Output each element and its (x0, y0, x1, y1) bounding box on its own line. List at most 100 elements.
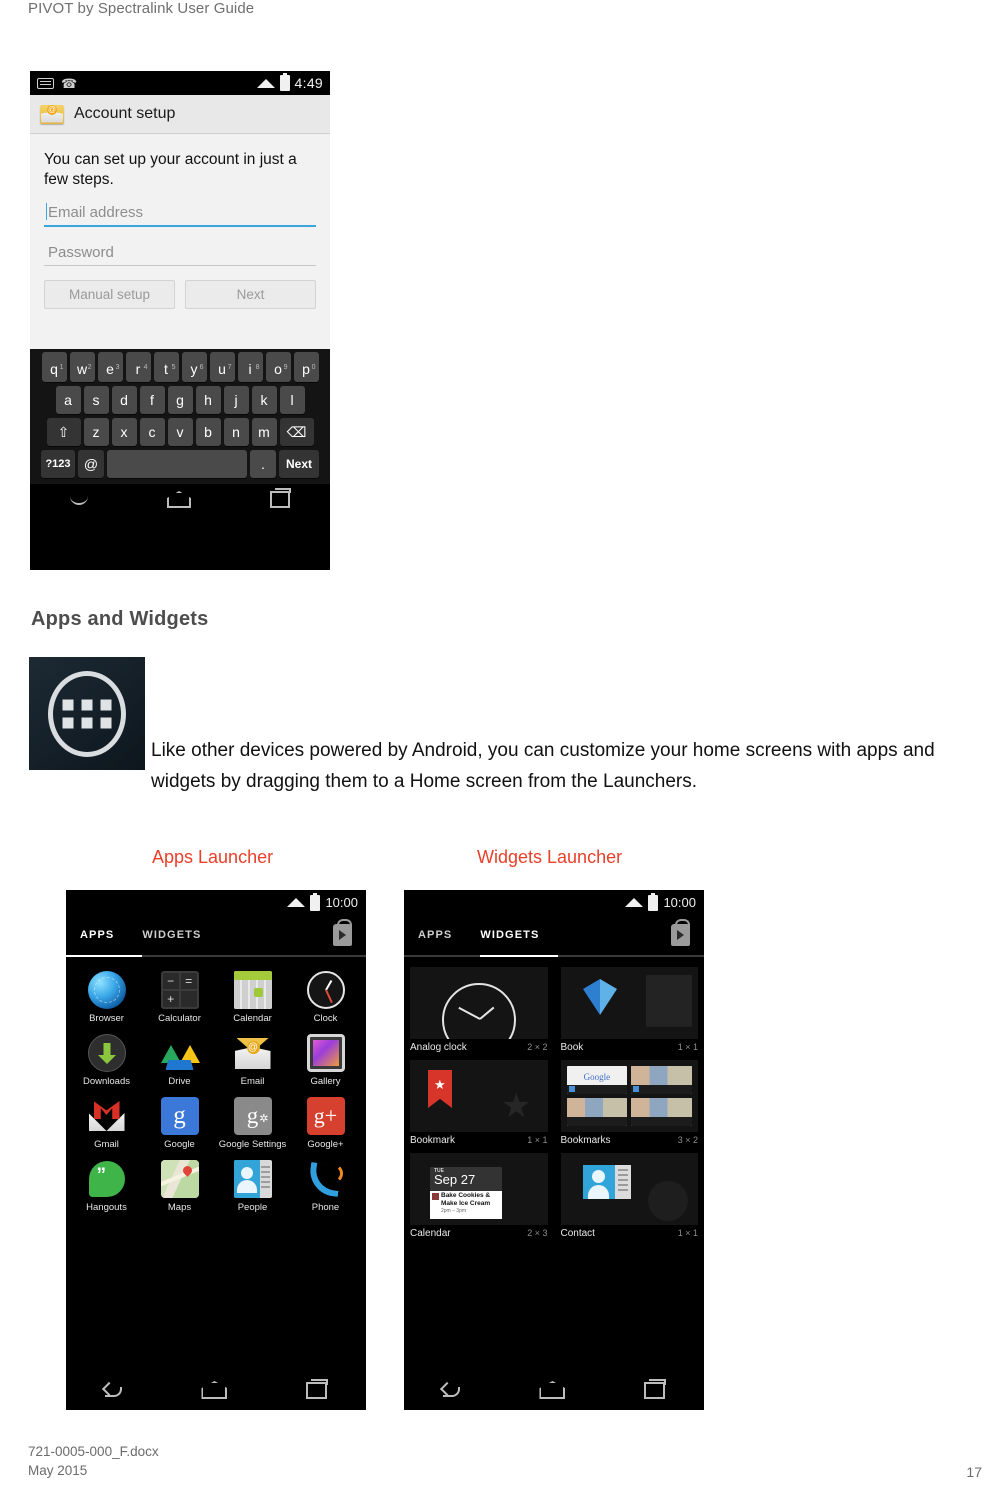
space-key[interactable] (107, 450, 247, 478)
key-u[interactable]: 7u (209, 352, 235, 382)
wifi-icon (256, 78, 275, 88)
document-header: PIVOT by Spectralink User Guide (28, 0, 255, 17)
tab-apps[interactable]: APPS (404, 929, 466, 941)
on-screen-keyboard[interactable]: 1q 2w 3e 4r 5t 6y 7u 8i 9o 0p a s d f g … (30, 349, 330, 484)
period-key[interactable]: . (250, 450, 276, 478)
wifi-icon (287, 898, 306, 907)
hide-keyboard-icon[interactable] (69, 494, 88, 505)
clock-icon (306, 971, 345, 1009)
book-preview (560, 967, 698, 1039)
navigation-bar (30, 484, 330, 515)
widget-label: Bookmark (410, 1135, 456, 1146)
widget-item-book[interactable]: Book 1 × 1 (560, 967, 698, 1053)
recents-icon[interactable] (305, 1378, 328, 1399)
delete-key[interactable]: ⌫ (279, 418, 314, 446)
key-y-number: 6 (199, 364, 204, 371)
home-icon[interactable] (201, 1381, 228, 1399)
bookmarks-preview: GoogleGoogle Picasa (560, 1060, 698, 1132)
key-y[interactable]: 6y (181, 352, 207, 382)
key-c[interactable]: c (139, 418, 165, 446)
contact-preview (560, 1153, 698, 1225)
status-bar: ☎ 4:49 (30, 71, 330, 95)
app-item-gallery[interactable]: Gallery (289, 1034, 362, 1087)
calendar-preview: TUE Sep 27 Bake Cookies & Make Ice Cream… (410, 1153, 548, 1225)
key-l[interactable]: l (279, 386, 305, 414)
key-k[interactable]: k (251, 386, 277, 414)
widget-item-calendar[interactable]: TUE Sep 27 Bake Cookies & Make Ice Cream… (410, 1153, 548, 1239)
app-item-google-plus[interactable]: g+ Google+ (289, 1097, 362, 1150)
app-item-phone[interactable]: Phone (289, 1160, 362, 1213)
key-o[interactable]: 9o (265, 352, 291, 382)
app-item-calendar[interactable]: Calendar (216, 971, 289, 1024)
back-icon[interactable] (105, 1383, 123, 1397)
widget-item-analog-clock[interactable]: Analog clock 2 × 2 (410, 967, 548, 1053)
manual-setup-button[interactable]: Manual setup (44, 280, 175, 309)
next-button[interactable]: Next (185, 280, 316, 309)
key-z[interactable]: z (83, 418, 109, 446)
document-footer: 721-0005-000_F.docx May 2015 (28, 1442, 159, 1480)
app-label: Drive (168, 1076, 191, 1087)
key-p[interactable]: 0p (293, 352, 319, 382)
app-item-people[interactable]: People (216, 1160, 289, 1213)
app-item-google-settings[interactable]: g ✲ Google Settings (216, 1097, 289, 1150)
key-h[interactable]: h (195, 386, 221, 414)
at-key[interactable]: @ (78, 450, 104, 478)
play-store-icon[interactable] (333, 919, 352, 946)
widget-item-contact[interactable]: Contact 1 × 1 (560, 1153, 698, 1239)
app-item-email[interactable]: @ Email (216, 1034, 289, 1087)
app-item-maps[interactable]: Maps (143, 1160, 216, 1213)
key-w[interactable]: 2w (69, 352, 95, 382)
key-d[interactable]: d (111, 386, 137, 414)
app-item-downloads[interactable]: Downloads (70, 1034, 143, 1087)
keyboard-next-key[interactable]: Next (279, 450, 319, 478)
key-v[interactable]: v (167, 418, 193, 446)
key-g[interactable]: g (167, 386, 193, 414)
shift-key[interactable]: ⇧ (46, 418, 81, 446)
app-item-browser[interactable]: Browser (70, 971, 143, 1024)
key-p-label: p (302, 361, 310, 377)
home-icon[interactable] (166, 491, 191, 508)
symbols-key[interactable]: ?123 (41, 450, 75, 478)
app-label: Google Settings (218, 1139, 287, 1150)
key-o-label: o (274, 361, 282, 377)
key-t[interactable]: 5t (153, 352, 179, 382)
widget-item-bookmarks[interactable]: GoogleGoogle Picasa Bookmarks 3 × 2 (560, 1060, 698, 1146)
keyboard-icon (37, 77, 54, 89)
body-paragraph: Like other devices powered by Android, y… (151, 740, 935, 792)
app-item-calculator[interactable]: − = + Calculator (143, 971, 216, 1024)
widget-item-bookmark[interactable]: ★ ★ Bookmark 1 × 1 (410, 1060, 548, 1146)
email-icon: @ (234, 1034, 272, 1072)
key-t-label: t (164, 361, 168, 377)
key-a[interactable]: a (55, 386, 81, 414)
app-item-google[interactable]: g Google (143, 1097, 216, 1150)
app-item-clock[interactable]: Clock (289, 971, 362, 1024)
tab-widgets[interactable]: WIDGETS (466, 929, 553, 941)
key-r[interactable]: 4r (125, 352, 151, 382)
recents-icon[interactable] (270, 488, 292, 508)
key-e[interactable]: 3e (97, 352, 123, 382)
key-b[interactable]: b (195, 418, 221, 446)
home-icon[interactable] (539, 1381, 566, 1399)
app-item-hangouts[interactable]: ” Hangouts (70, 1160, 143, 1213)
app-label: Phone (311, 1202, 340, 1213)
app-item-gmail[interactable]: Gmail (70, 1097, 143, 1150)
tab-widgets[interactable]: WIDGETS (128, 929, 215, 941)
key-i[interactable]: 8i (237, 352, 263, 382)
recents-icon[interactable] (643, 1378, 666, 1399)
key-f[interactable]: f (139, 386, 165, 414)
app-item-drive[interactable]: Drive (143, 1034, 216, 1087)
email-field[interactable]: Email address (44, 201, 316, 227)
app-label: Gmail (94, 1139, 119, 1150)
analog-clock-preview (410, 967, 548, 1039)
key-j[interactable]: j (223, 386, 249, 414)
key-x[interactable]: x (111, 418, 137, 446)
play-store-icon[interactable] (671, 919, 690, 946)
keyboard-row-1: 1q 2w 3e 4r 5t 6y 7u 8i 9o 0p (32, 352, 328, 382)
key-n[interactable]: n (223, 418, 249, 446)
back-icon[interactable] (443, 1383, 461, 1397)
key-m[interactable]: m (251, 418, 277, 446)
key-s[interactable]: s (83, 386, 109, 414)
password-field[interactable]: Password (44, 241, 316, 266)
key-q[interactable]: 1q (41, 352, 67, 382)
tab-apps[interactable]: APPS (66, 929, 128, 941)
